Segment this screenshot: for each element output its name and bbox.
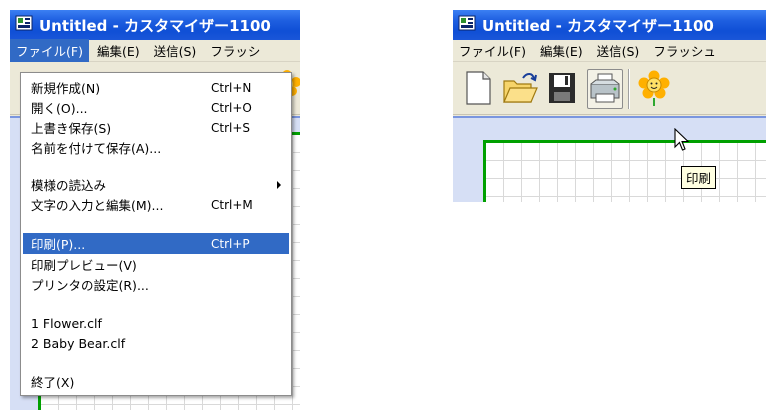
app-icon xyxy=(15,15,33,35)
right-app-window: Untitled - カスタマイザー1100 ファイル(F) 編集(E) 送信(… xyxy=(453,10,766,202)
right-workarea xyxy=(453,116,766,202)
menu-item-save-as[interactable]: 名前を付けて保存(A)... xyxy=(23,137,289,158)
menu-item-open[interactable]: 開く(O)... Ctrl+O xyxy=(23,97,289,118)
flower-icon[interactable] xyxy=(637,69,673,109)
menu-separator xyxy=(25,303,287,304)
file-menu-dropdown: 新規作成(N) Ctrl+N 開く(O)... Ctrl+O 上書き保存(S) Ctr… xyxy=(20,72,292,396)
menu-flash[interactable]: フラッシュ xyxy=(647,39,722,62)
menu-edit[interactable]: 編集(E) xyxy=(91,39,146,62)
right-title-bar[interactable]: Untitled - カスタマイザー1100 xyxy=(453,10,766,40)
print-tooltip: 印刷 xyxy=(681,166,717,189)
menu-item-recent-2[interactable]: 2 Baby Bear.clf xyxy=(23,333,289,354)
menu-item-print-preview[interactable]: 印刷プレビュー(V) xyxy=(23,254,289,275)
right-window-title: Untitled - カスタマイザー1100 xyxy=(482,16,714,35)
menu-item-save[interactable]: 上書き保存(S) Ctrl+S xyxy=(23,117,289,138)
submenu-arrow-icon xyxy=(277,181,281,189)
toolbar-separator xyxy=(628,69,630,109)
menu-edit[interactable]: 編集(E) xyxy=(534,39,589,62)
menu-separator xyxy=(25,223,287,224)
left-app-window: Untitled - カスタマイザー1100 ファイル(F) 編集(E) 送信(… xyxy=(10,10,300,410)
mouse-cursor-icon xyxy=(674,127,690,155)
right-toolbar xyxy=(453,63,766,115)
right-menu-bar: ファイル(F) 編集(E) 送信(S) フラッシュ xyxy=(453,40,766,62)
menu-item-load-pattern[interactable]: 模様の読込み xyxy=(23,174,289,195)
menu-separator xyxy=(25,165,287,166)
save-floppy-icon[interactable] xyxy=(545,69,581,109)
menu-file[interactable]: ファイル(F) xyxy=(10,39,89,62)
menu-item-print[interactable]: 印刷(P)... Ctrl+P xyxy=(23,233,289,254)
left-title-bar[interactable]: Untitled - カスタマイザー1100 xyxy=(10,10,300,40)
menu-file[interactable]: ファイル(F) xyxy=(453,39,532,62)
app-icon xyxy=(458,15,476,35)
menu-item-new[interactable]: 新規作成(N) Ctrl+N xyxy=(23,77,289,98)
left-window-title: Untitled - カスタマイザー1100 xyxy=(39,16,271,35)
menu-separator xyxy=(25,362,287,363)
new-document-icon[interactable] xyxy=(461,69,497,109)
print-printer-icon[interactable] xyxy=(587,69,623,109)
menu-item-text-edit[interactable]: 文字の入力と編集(M)... Ctrl+M xyxy=(23,194,289,215)
menu-item-recent-1[interactable]: 1 Flower.clf xyxy=(23,313,289,334)
menu-item-exit[interactable]: 終了(X) xyxy=(23,371,289,392)
open-folder-icon[interactable] xyxy=(501,69,538,109)
left-menu-bar: ファイル(F) 編集(E) 送信(S) フラッシ xyxy=(10,39,300,62)
menu-item-printer-setup[interactable]: プリンタの設定(R)... xyxy=(23,274,289,295)
design-page[interactable] xyxy=(483,140,766,202)
menu-send[interactable]: 送信(S) xyxy=(591,39,646,62)
menu-flash[interactable]: フラッシ xyxy=(204,39,266,62)
menu-send[interactable]: 送信(S) xyxy=(148,39,203,62)
